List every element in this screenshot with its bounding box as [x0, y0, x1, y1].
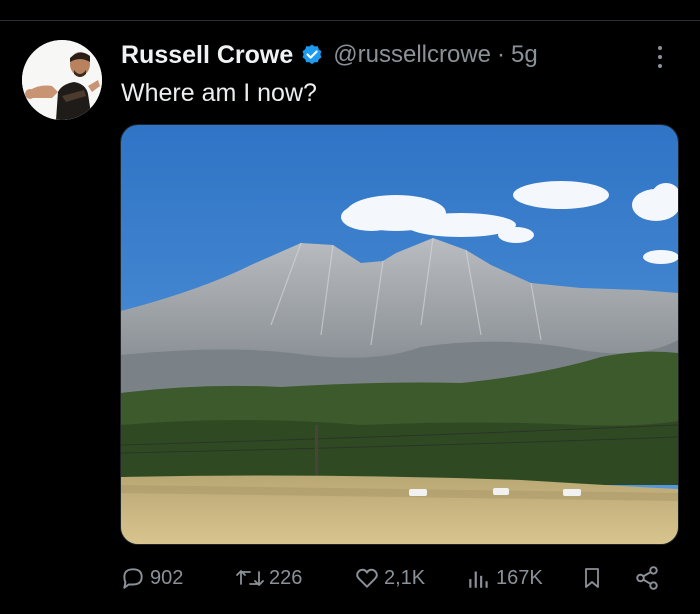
repost-count: 226: [269, 566, 303, 589]
tweet-text: Where am I now?: [121, 79, 317, 107]
mountain-landscape-image: [121, 125, 678, 544]
share-button[interactable]: [634, 560, 660, 596]
tweet-media-photo[interactable]: [120, 124, 679, 545]
tweet-actions-bar: 902 226 2,1K 167K: [120, 560, 665, 596]
top-divider: [0, 20, 700, 21]
reply-count: 902: [150, 566, 184, 589]
bookmark-icon: [580, 565, 604, 591]
author-name[interactable]: Russell Crowe: [121, 41, 293, 70]
like-count: 2,1K: [384, 566, 426, 589]
share-icon: [634, 565, 660, 591]
tweet-header: Russell Crowe @russellcrowe · 5g: [121, 38, 538, 72]
heart-icon: [354, 565, 380, 591]
tweet-screen: Russell Crowe @russellcrowe · 5g Where a…: [0, 0, 700, 614]
bookmark-button[interactable]: [580, 560, 604, 596]
author-handle[interactable]: @russellcrowe: [333, 41, 491, 69]
timestamp[interactable]: 5g: [511, 41, 538, 69]
like-button[interactable]: 2,1K: [354, 560, 425, 596]
repost-button[interactable]: 226: [235, 560, 302, 596]
views-button[interactable]: 167K: [466, 560, 543, 596]
verified-badge-icon: [300, 43, 324, 67]
views-icon: [466, 565, 492, 591]
avatar-image: [22, 40, 102, 120]
views-count: 167K: [496, 566, 543, 589]
reply-icon: [120, 565, 146, 591]
separator-dot: ·: [497, 41, 506, 68]
retweet-icon: [235, 565, 265, 591]
reply-button[interactable]: 902: [120, 560, 183, 596]
avatar[interactable]: [22, 40, 102, 120]
more-options-icon[interactable]: [650, 40, 670, 74]
